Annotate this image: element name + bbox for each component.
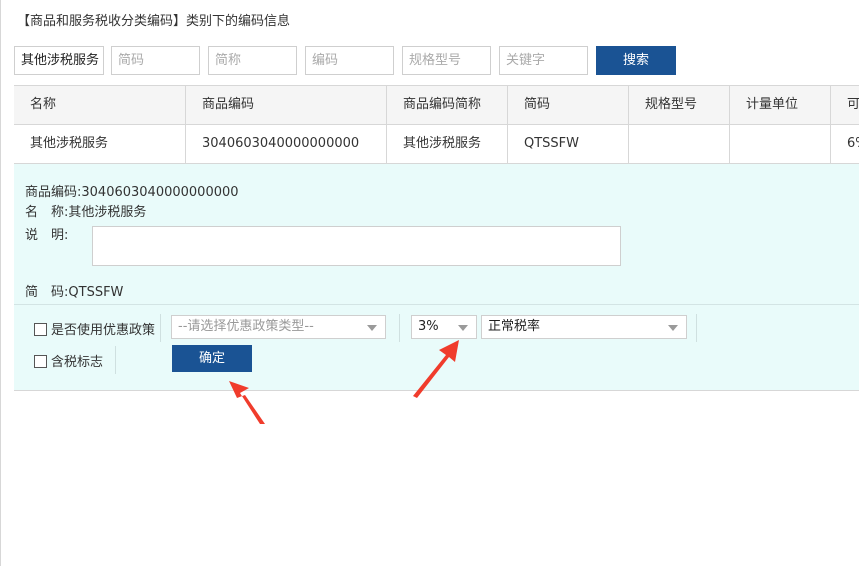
chevron-down-icon [367, 325, 377, 331]
page-title: 【商品和服务税收分类编码】类别下的编码信息 [17, 14, 291, 29]
preferential-label: 是否使用优惠政策 [51, 323, 156, 338]
category-field[interactable]: 其他涉税服务 [14, 46, 104, 75]
search-button[interactable]: 搜索 [596, 46, 676, 75]
preferential-checkbox[interactable] [34, 323, 47, 336]
name-label-b: 称: [51, 205, 69, 220]
tax-included-label: 含税标志 [51, 355, 104, 370]
tax-included-checkbox[interactable] [34, 355, 47, 368]
cell-code-abbr: 其他涉税服务 [387, 125, 508, 163]
detail-name-line: 名称:其他涉税服务 [25, 201, 146, 220]
short-label-a: 简 [25, 285, 39, 300]
header-available[interactable]: 可用 [831, 86, 859, 124]
cell-spec [629, 125, 730, 163]
shortcode-input[interactable]: 简码 [111, 46, 200, 75]
policy-type-text: --请选择优惠政策类型-- [178, 319, 314, 334]
tax-rate-select[interactable]: 3% [411, 315, 477, 339]
policy-type-select[interactable]: --请选择优惠政策类型-- [171, 315, 386, 339]
detail-desc-line: 说明: [25, 224, 68, 243]
tax-included-option[interactable]: 含税标志 [34, 351, 103, 370]
spec-input[interactable]: 规格型号 [402, 46, 491, 75]
detail-code-line: 商品编码:3040603040000000000 [25, 181, 239, 200]
code-input[interactable]: 编码 [305, 46, 394, 75]
code-label: 商品编码: [25, 185, 82, 200]
preferential-option[interactable]: 是否使用优惠政策 [34, 319, 155, 338]
chevron-down-icon [458, 325, 468, 331]
header-shortcode[interactable]: 简码 [508, 86, 629, 124]
chevron-down-icon [668, 325, 678, 331]
cell-rate: 6% [847, 136, 859, 151]
desc-label-a: 说 [25, 228, 39, 243]
detail-panel: 商品编码:3040603040000000000 名称:其他涉税服务 说明: 简… [14, 164, 859, 391]
cell-shortcode: QTSSFW [508, 125, 629, 163]
desc-label-b: 明: [51, 228, 69, 243]
window-frame: 【商品和服务税收分类编码】类别下的编码信息 其他涉税服务 简码 简称 编码 规格… [0, 0, 859, 566]
short-value: QTSSFW [68, 285, 124, 300]
name-value: 其他涉税服务 [68, 205, 147, 220]
header-name[interactable]: 名称 [14, 86, 186, 124]
description-textarea[interactable] [92, 226, 621, 266]
header-product-code[interactable]: 商品编码 [186, 86, 387, 124]
option-divider [160, 314, 161, 342]
option-divider [696, 314, 697, 342]
tax-rate-text: 3% [418, 319, 439, 334]
code-value: 3040603040000000000 [81, 185, 239, 200]
confirm-button[interactable]: 确定 [172, 345, 252, 372]
option-divider [115, 346, 116, 374]
short-label-b: 码: [51, 285, 69, 300]
detail-short-line: 简码:QTSSFW [25, 281, 123, 300]
cell-name: 其他涉税服务 [14, 125, 186, 163]
header-code-abbr[interactable]: 商品编码简称 [387, 86, 508, 124]
cell-product-code: 3040603040000000000 [186, 125, 387, 163]
keyword-input[interactable]: 关键字 [499, 46, 588, 75]
cell-unit [730, 125, 831, 163]
table-row[interactable]: 其他涉税服务 3040603040000000000 其他涉税服务 QTSSFW… [14, 125, 859, 164]
rate-type-select[interactable]: 正常税率 [481, 315, 687, 339]
name-label-a: 名 [25, 205, 39, 220]
abbreviation-input[interactable]: 简称 [208, 46, 297, 75]
header-unit[interactable]: 计量单位 [730, 86, 831, 124]
option-divider [399, 314, 400, 342]
table-header: 名称 商品编码 商品编码简称 简码 规格型号 计量单位 可用 [14, 86, 859, 125]
code-table: 名称 商品编码 商品编码简称 简码 规格型号 计量单位 可用 其他涉税服务 30… [14, 85, 859, 164]
rate-type-text: 正常税率 [488, 319, 541, 334]
header-spec[interactable]: 规格型号 [629, 86, 730, 124]
detail-divider [14, 304, 859, 305]
